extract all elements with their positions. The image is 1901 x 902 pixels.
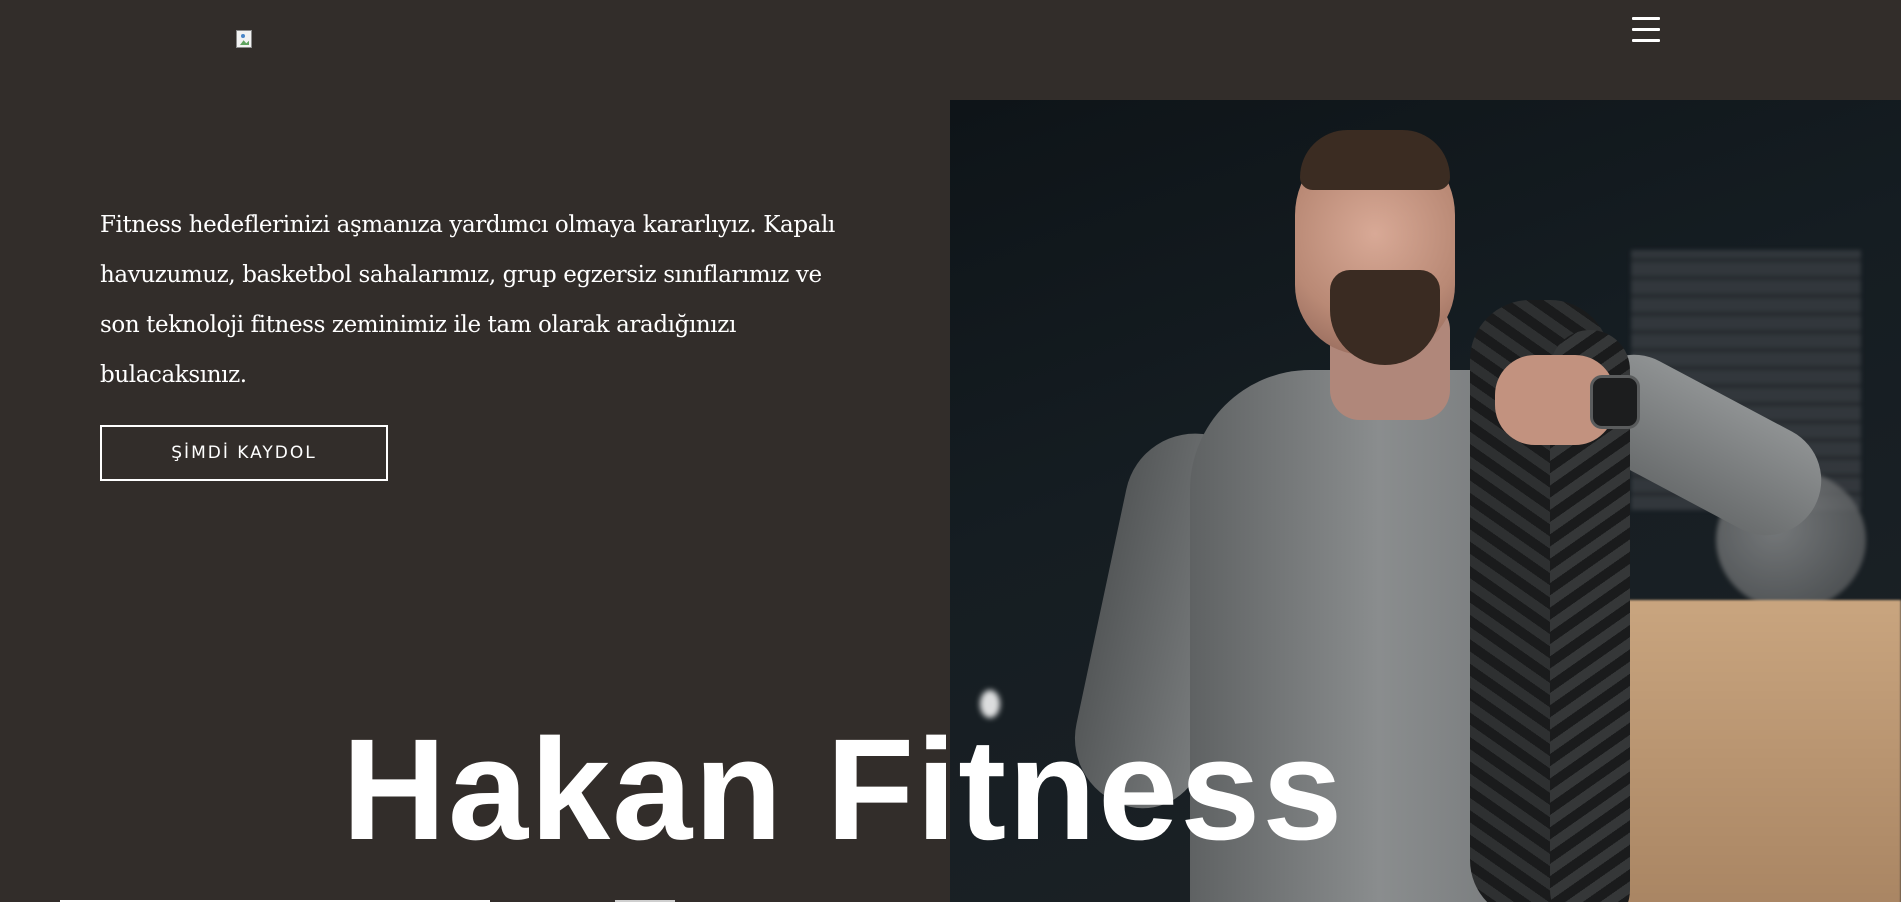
menu-bar-icon	[1632, 28, 1660, 31]
logo-broken-image[interactable]	[236, 30, 256, 50]
menu-bar-icon	[1632, 17, 1660, 20]
photo-watch	[1590, 375, 1640, 429]
hero-title: Hakan Fitness	[342, 709, 1345, 870]
photo-hair	[1300, 130, 1450, 190]
photo-plyo-box	[1621, 600, 1901, 902]
hero-intro-text: Fitness hedeflerinizi aşmanıza yardımcı …	[100, 212, 835, 388]
menu-bar-icon	[1632, 39, 1660, 42]
signup-now-button[interactable]: ŞİMDİ KAYDOL	[100, 425, 388, 481]
page: Fitness hedeflerinizi aşmanıza yardımcı …	[0, 0, 1901, 902]
broken-image-icon	[236, 30, 252, 48]
hamburger-menu-button[interactable]	[1630, 14, 1662, 46]
